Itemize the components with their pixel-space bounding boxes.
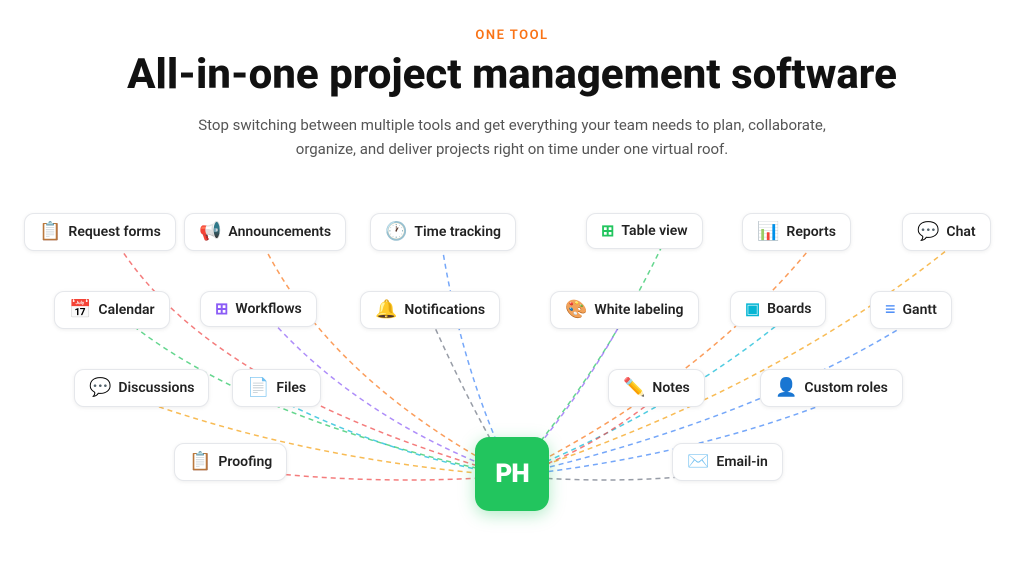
chip-custom-roles[interactable]: 👤 Custom roles bbox=[760, 369, 903, 407]
custom-roles-icon: 👤 bbox=[775, 379, 797, 397]
notifications-icon: 🔔 bbox=[375, 301, 397, 319]
chip-reports[interactable]: 📊 Reports bbox=[742, 213, 851, 251]
page: ONE TOOL All-in-one project management s… bbox=[0, 0, 1024, 569]
proofing-label: Proofing bbox=[218, 454, 272, 470]
chip-proofing[interactable]: 📋 Proofing bbox=[174, 443, 287, 481]
white-labeling-icon: 🎨 bbox=[565, 301, 587, 319]
discussions-icon: 💬 bbox=[89, 379, 111, 397]
table-view-label: Table view bbox=[621, 223, 687, 239]
chip-email-in[interactable]: ✉️ Email-in bbox=[672, 443, 783, 481]
workflows-icon: ⊞ bbox=[215, 301, 228, 317]
logo-text: PH bbox=[495, 459, 528, 489]
proofing-icon: 📋 bbox=[189, 453, 211, 471]
announcements-label: Announcements bbox=[228, 224, 331, 240]
white-labeling-label: White labeling bbox=[594, 302, 683, 318]
chip-chat[interactable]: 💬 Chat bbox=[902, 213, 991, 251]
notes-label: Notes bbox=[652, 380, 689, 396]
request-forms-icon: 📋 bbox=[39, 223, 61, 241]
chat-icon: 💬 bbox=[917, 223, 939, 241]
chip-gantt[interactable]: ≡ Gantt bbox=[870, 291, 952, 329]
notifications-label: Notifications bbox=[404, 302, 485, 318]
announcements-icon: 📢 bbox=[199, 223, 221, 241]
time-tracking-label: Time tracking bbox=[414, 224, 501, 240]
chip-announcements[interactable]: 📢 Announcements bbox=[184, 213, 346, 251]
chip-request-forms[interactable]: 📋 Request forms bbox=[24, 213, 176, 251]
center-logo: PH bbox=[475, 437, 549, 511]
time-tracking-icon: 🕐 bbox=[385, 223, 407, 241]
chip-white-labeling[interactable]: 🎨 White labeling bbox=[550, 291, 699, 329]
chip-boards[interactable]: ▣ Boards bbox=[730, 291, 826, 327]
request-forms-label: Request forms bbox=[68, 224, 160, 240]
reports-icon: 📊 bbox=[757, 223, 779, 241]
chip-notes[interactable]: ✏️ Notes bbox=[608, 369, 705, 407]
table-view-icon: ⊞ bbox=[601, 223, 614, 239]
chip-calendar[interactable]: 📅 Calendar bbox=[54, 291, 170, 329]
email-in-label: Email-in bbox=[716, 454, 767, 470]
files-label: Files bbox=[276, 380, 306, 396]
gantt-label: Gantt bbox=[903, 302, 937, 318]
boards-label: Boards bbox=[767, 301, 811, 317]
chip-workflows[interactable]: ⊞ Workflows bbox=[200, 291, 317, 327]
subtitle: Stop switching between multiple tools an… bbox=[192, 113, 832, 161]
chip-files[interactable]: 📄 Files bbox=[232, 369, 321, 407]
files-icon: 📄 bbox=[247, 379, 269, 397]
notes-icon: ✏️ bbox=[623, 379, 645, 397]
chip-time-tracking[interactable]: 🕐 Time tracking bbox=[370, 213, 516, 251]
chip-discussions[interactable]: 💬 Discussions bbox=[74, 369, 209, 407]
chat-label: Chat bbox=[946, 224, 975, 240]
main-title: All-in-one project management software bbox=[127, 51, 897, 99]
eyebrow-label: ONE TOOL bbox=[475, 28, 548, 43]
calendar-label: Calendar bbox=[98, 302, 154, 318]
discussions-label: Discussions bbox=[118, 380, 194, 396]
calendar-icon: 📅 bbox=[69, 301, 91, 319]
custom-roles-label: Custom roles bbox=[804, 380, 887, 396]
reports-label: Reports bbox=[786, 224, 836, 240]
features-area: 📋 Request forms 📢 Announcements 🕐 Time t… bbox=[12, 191, 1012, 521]
chip-table-view[interactable]: ⊞ Table view bbox=[586, 213, 703, 249]
chip-notifications[interactable]: 🔔 Notifications bbox=[360, 291, 500, 329]
gantt-icon: ≡ bbox=[885, 301, 896, 319]
workflows-label: Workflows bbox=[235, 301, 301, 317]
boards-icon: ▣ bbox=[745, 301, 760, 317]
email-in-icon: ✉️ bbox=[687, 453, 709, 471]
